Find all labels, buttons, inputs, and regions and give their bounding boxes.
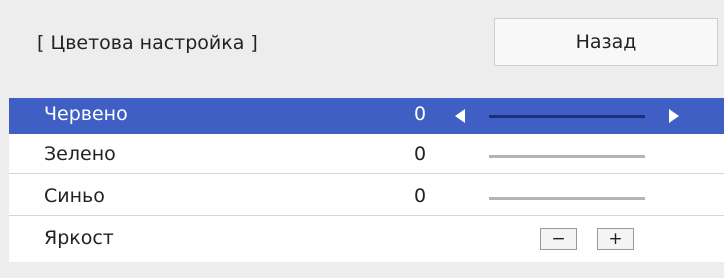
slider-track-blue[interactable]: [489, 197, 645, 200]
row-label-green: Зелено: [44, 143, 116, 165]
row-label-blue: Синьо: [44, 185, 105, 207]
row-value-red: 0: [414, 103, 427, 125]
color-adjust-list: Червено 0 Зелено 0 Синьо 0 Яркост − +: [9, 98, 724, 262]
triangle-right-icon[interactable]: [669, 109, 679, 123]
plus-button[interactable]: +: [597, 228, 634, 250]
row-label-brightness: Яркост: [44, 227, 114, 249]
slider-track-green[interactable]: [489, 155, 645, 158]
row-blue[interactable]: Синьо 0: [9, 180, 724, 216]
row-label-red: Червено: [44, 103, 128, 125]
row-red[interactable]: Червено 0: [9, 98, 724, 134]
back-button[interactable]: Назад: [494, 18, 718, 66]
bottom-strip: [9, 262, 724, 278]
triangle-left-icon[interactable]: [455, 109, 465, 123]
row-brightness[interactable]: Яркост − +: [9, 222, 724, 258]
row-value-blue: 0: [414, 185, 427, 207]
row-value-green: 0: [414, 143, 427, 165]
row-green[interactable]: Зелено 0: [9, 138, 724, 174]
page-title: [ Цветова настройка ]: [37, 32, 258, 54]
header: [ Цветова настройка ] Назад: [0, 0, 724, 92]
slider-track-red[interactable]: [489, 115, 645, 118]
minus-button[interactable]: −: [540, 228, 577, 250]
